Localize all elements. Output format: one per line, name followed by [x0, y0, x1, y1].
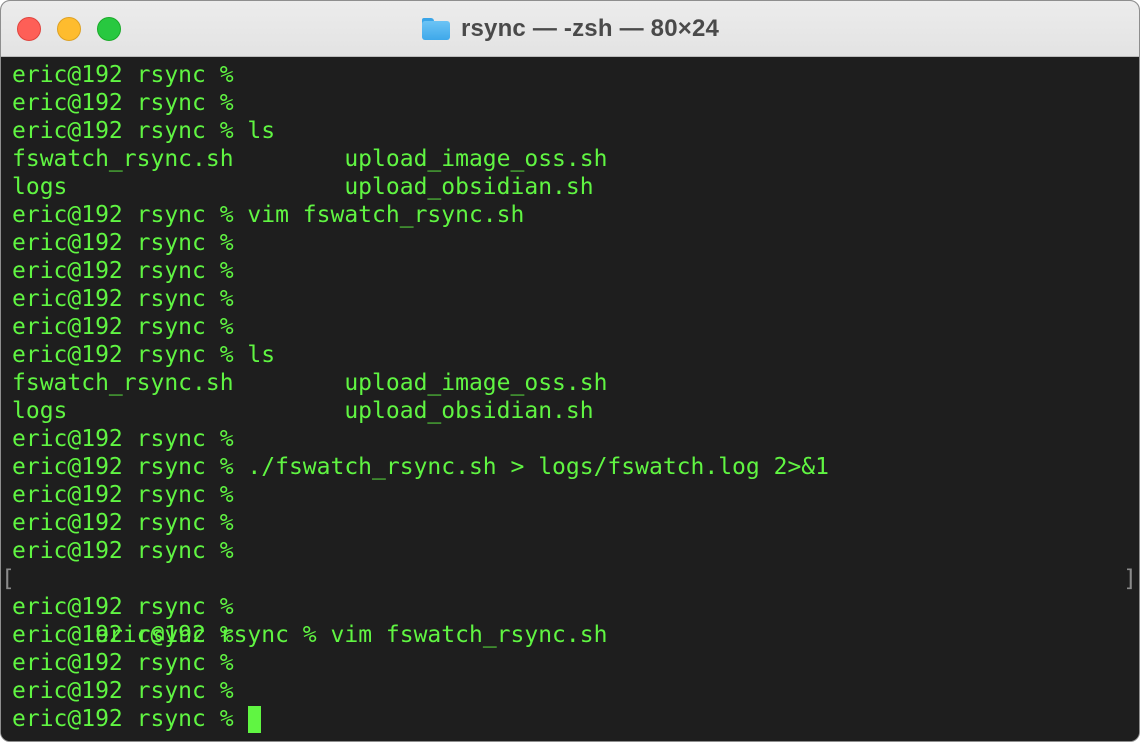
terminal-line: eric@192 rsync % — [12, 482, 234, 508]
terminal-line: eric@192 rsync % ls — [12, 118, 276, 144]
terminal-line: eric@192 rsync % vim fswatch_rsync.sh — [12, 202, 525, 228]
terminal-line: eric@192 rsync % — [12, 538, 234, 564]
window-title: rsync — -zsh — 80×24 — [1, 1, 1139, 57]
terminal-line: eric@192 rsync % — [12, 230, 234, 256]
window-title-text: rsync — -zsh — 80×24 — [460, 15, 720, 42]
terminal-line: eric@192 rsync % — [12, 426, 234, 452]
terminal-line: eric@192 rsync % ls — [12, 342, 276, 368]
terminal-line: eric@192 rsync % — [12, 622, 234, 648]
terminal-prompt: eric@192 rsync % — [12, 706, 234, 732]
text-cursor — [247, 706, 261, 733]
title-bar[interactable]: rsync — -zsh — 80×24 — [1, 1, 1139, 57]
terminal-line: fswatch_rsync.sh upload_image_oss.sh — [12, 146, 608, 172]
terminal-line: eric@192 rsync % — [12, 62, 234, 88]
terminal-line: eric@192 rsync % — [12, 594, 234, 620]
terminal-line: eric@192 rsync % ./fswatch_rsync.sh > lo… — [12, 454, 829, 480]
terminal-line: eric@192 rsync % — [12, 258, 234, 284]
terminal-window: rsync — -zsh — 80×24 eric@192 rsync % er… — [0, 0, 1140, 742]
terminal-line: logs upload_obsidian.sh — [12, 174, 594, 200]
terminal-line-marked: [ eric@192 rsync % vim fswatch_rsync.sh … — [1, 565, 1139, 648]
terminal-line: logs upload_obsidian.sh — [12, 398, 594, 424]
terminal-line: fswatch_rsync.sh upload_image_oss.sh — [12, 370, 608, 396]
terminal-line: eric@192 rsync % — [12, 650, 234, 676]
terminal-line: eric@192 rsync % — [12, 314, 234, 340]
mark-bracket-left: [ — [1, 566, 15, 592]
terminal-line: eric@192 rsync % — [12, 286, 234, 312]
terminal-output[interactable]: eric@192 rsync % eric@192 rsync % eric@1… — [1, 57, 1139, 741]
terminal-prompt-line[interactable]: eric@192 rsync % — [1, 705, 1139, 733]
mark-bracket-right: ] — [1123, 566, 1137, 592]
terminal-line: eric@192 rsync % — [12, 510, 234, 536]
folder-icon — [421, 17, 451, 41]
terminal-line: eric@192 rsync % — [12, 678, 234, 704]
terminal-line: eric@192 rsync % — [12, 90, 234, 116]
